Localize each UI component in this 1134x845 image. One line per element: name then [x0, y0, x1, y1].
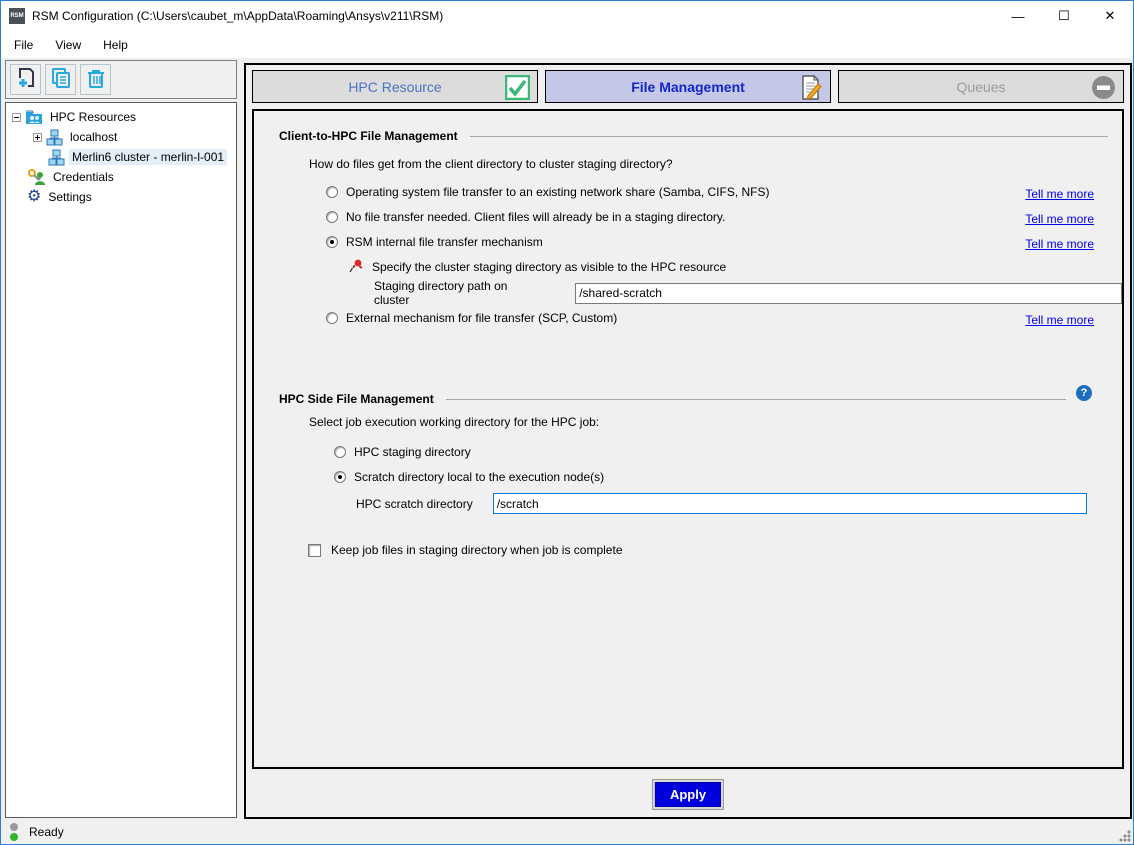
- scratch-directory-input[interactable]: [493, 493, 1087, 514]
- window-title: RSM Configuration (C:\Users\caubet_m\App…: [32, 9, 443, 23]
- staging-directory-row: Staging directory path on cluster: [374, 279, 1122, 307]
- staging-directory-label: Staging directory path on cluster: [374, 279, 543, 307]
- trash-icon: [85, 67, 107, 92]
- tab-queues[interactable]: Queues: [838, 70, 1124, 103]
- rsm-configuration-window: RSM RSM Configuration (C:\Users\caubet_m…: [0, 0, 1134, 845]
- staging-directory-input[interactable]: [575, 283, 1122, 304]
- checkbox-label: Keep job files in staging directory when…: [331, 543, 623, 557]
- pin-note-text: Specify the cluster staging directory as…: [372, 260, 726, 274]
- cluster-icon: [48, 149, 65, 166]
- radio-label: Operating system file transfer to an exi…: [346, 185, 770, 199]
- radio-icon[interactable]: [334, 471, 346, 483]
- radio-rsm-internal[interactable]: RSM internal file transfer mechanism: [326, 235, 543, 249]
- status-bar: Ready: [1, 820, 1133, 844]
- apply-button[interactable]: Apply: [655, 782, 721, 807]
- tree-item-settings[interactable]: ⚙ Settings: [6, 187, 236, 207]
- duplicate-resource-button[interactable]: [45, 64, 76, 95]
- expand-expander-icon[interactable]: [33, 133, 42, 142]
- tree-item-credentials[interactable]: Credentials: [6, 167, 236, 187]
- tree-item-localhost[interactable]: localhost: [6, 127, 236, 147]
- disabled-circle-icon: [1091, 75, 1116, 103]
- status-led-icon: [10, 823, 18, 841]
- menu-view[interactable]: View: [46, 34, 90, 56]
- tree-item-merlin6-cluster[interactable]: Merlin6 cluster - merlin-l-001: [6, 147, 236, 167]
- tell-me-more-link-3[interactable]: Tell me more: [1025, 237, 1094, 251]
- hpc-resources-folder-icon: [25, 109, 43, 125]
- radio-icon[interactable]: [326, 211, 338, 223]
- collapse-expander-icon[interactable]: [12, 113, 21, 122]
- tree-item-label: HPC Resources: [47, 109, 139, 125]
- menu-help[interactable]: Help: [94, 34, 137, 56]
- resource-tree: HPC Resources localhost: [5, 102, 237, 818]
- title-bar: RSM RSM Configuration (C:\Users\caubet_m…: [1, 1, 1133, 31]
- check-icon: [505, 75, 530, 103]
- minimize-button[interactable]: —: [995, 1, 1041, 31]
- help-icon[interactable]: ?: [1076, 385, 1092, 401]
- radio-label: No file transfer needed. Client files wi…: [346, 210, 725, 224]
- divider: [470, 136, 1108, 137]
- tell-me-more-link-1[interactable]: Tell me more: [1025, 187, 1094, 201]
- app-icon: RSM: [9, 8, 25, 24]
- duplicate-resource-icon: [50, 67, 72, 92]
- maximize-button[interactable]: ☐: [1041, 1, 1087, 31]
- tab-file-management[interactable]: File Management: [545, 70, 831, 103]
- radio-icon[interactable]: [334, 446, 346, 458]
- radio-label: RSM internal file transfer mechanism: [346, 235, 543, 249]
- file-management-content: Client-to-HPC File Management How do fil…: [252, 109, 1124, 769]
- radio-label: Scratch directory local to the execution…: [354, 470, 604, 484]
- radio-hpc-staging[interactable]: HPC staging directory: [334, 445, 471, 459]
- tree-item-hpc-resources[interactable]: HPC Resources: [6, 107, 236, 127]
- radio-external-mechanism[interactable]: External mechanism for file transfer (SC…: [326, 311, 617, 325]
- tab-hpc-resource[interactable]: HPC Resource: [252, 70, 538, 103]
- pin-note-row: Specify the cluster staging directory as…: [349, 258, 726, 276]
- tab-bar: HPC Resource File Management: [252, 70, 1124, 103]
- gear-icon: ⚙: [27, 189, 41, 205]
- delete-resource-button[interactable]: [80, 64, 111, 95]
- divider: [446, 399, 1066, 400]
- scratch-directory-row: HPC scratch directory: [356, 493, 1087, 514]
- radio-os-file-transfer[interactable]: Operating system file transfer to an exi…: [326, 185, 770, 199]
- resource-toolbar: [5, 60, 237, 99]
- scratch-directory-label: HPC scratch directory: [356, 497, 473, 511]
- tab-label: HPC Resource: [348, 79, 441, 95]
- checkbox-icon[interactable]: [308, 544, 321, 557]
- hpc-section-title: HPC Side File Management: [279, 392, 434, 406]
- radio-label: HPC staging directory: [354, 445, 471, 459]
- radio-icon[interactable]: [326, 186, 338, 198]
- tab-label: File Management: [631, 79, 745, 95]
- add-resource-icon: [15, 67, 37, 92]
- cluster-icon: [46, 129, 63, 146]
- add-resource-button[interactable]: [10, 64, 41, 95]
- client-section-header: Client-to-HPC File Management: [279, 129, 1108, 143]
- tell-me-more-link-4[interactable]: Tell me more: [1025, 313, 1094, 327]
- close-button[interactable]: ✕: [1087, 1, 1133, 31]
- configuration-panel: HPC Resource File Management: [244, 63, 1132, 819]
- tree-item-label: localhost: [67, 129, 120, 145]
- tell-me-more-link-2[interactable]: Tell me more: [1025, 212, 1094, 226]
- radio-icon[interactable]: [326, 236, 338, 248]
- hpc-question: Select job execution working directory f…: [309, 415, 599, 429]
- radio-no-transfer[interactable]: No file transfer needed. Client files wi…: [326, 210, 725, 224]
- tab-label: Queues: [956, 79, 1005, 95]
- status-text: Ready: [29, 825, 64, 839]
- client-question: How do files get from the client directo…: [309, 157, 673, 171]
- resize-grip[interactable]: [1119, 830, 1131, 842]
- tree-item-label: Credentials: [50, 169, 117, 185]
- tree-item-label: Merlin6 cluster - merlin-l-001: [69, 149, 227, 165]
- radio-label: External mechanism for file transfer (SC…: [346, 311, 617, 325]
- client-section-title: Client-to-HPC File Management: [279, 129, 458, 143]
- keep-files-checkbox-row[interactable]: Keep job files in staging directory when…: [308, 543, 623, 557]
- radio-scratch-directory[interactable]: Scratch directory local to the execution…: [334, 470, 604, 484]
- apply-button-frame: Apply: [652, 779, 724, 810]
- menu-bar: File View Help: [1, 31, 1133, 58]
- pushpin-icon: [349, 258, 364, 276]
- radio-icon[interactable]: [326, 312, 338, 324]
- credentials-icon: [27, 169, 46, 186]
- tree-item-label: Settings: [45, 189, 94, 205]
- menu-file[interactable]: File: [5, 34, 42, 56]
- hpc-section-header: HPC Side File Management: [279, 392, 1066, 406]
- edit-document-icon: [798, 75, 823, 103]
